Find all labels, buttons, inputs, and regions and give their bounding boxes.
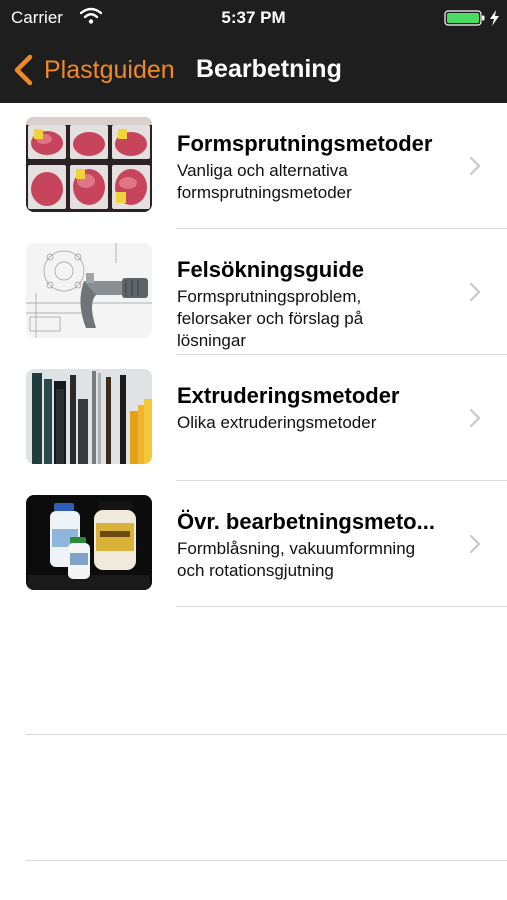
list-item-extruderingsmetoder[interactable]: Extruderingsmetoder Olika extruderingsme… (0, 355, 507, 481)
list-item-subtitle: Vanliga och alternativa formsprutningsme… (177, 160, 457, 204)
navigation-bar: Plastguiden Bearbetning (0, 36, 507, 103)
subtitle-line: och rotationsgjutning (177, 561, 334, 580)
meat-trays-image (26, 117, 152, 212)
subtitle-line: lösningar (177, 331, 246, 350)
micrometer-image (26, 243, 152, 338)
chevron-right-icon (469, 156, 481, 176)
list-item-subtitle: Olika extruderingsmetoder (177, 412, 457, 434)
subtitle-line: felorsaker och förslag på (177, 309, 364, 328)
row-separator (176, 606, 507, 607)
subtitle-line: Olika extruderingsmetoder (177, 413, 377, 432)
subtitle-line: Vanliga och alternativa (177, 161, 348, 180)
top-bar: Carrier 5:37 PM Plastguiden Bearbetning (0, 0, 507, 103)
chevron-left-icon (14, 54, 33, 86)
list-item-felsokningsguide[interactable]: Felsökningsguide Formsprutningsproblem, … (0, 229, 507, 355)
subtitle-line: formsprutningsmetoder (177, 183, 352, 202)
subtitle-line: Formblåsning, vakuumformning (177, 539, 416, 558)
extruded-profiles-image (26, 369, 152, 464)
empty-row-separator (26, 734, 507, 735)
plastic-bottles-image (26, 495, 152, 590)
status-bar: Carrier 5:37 PM (0, 0, 507, 36)
clock-label: 5:37 PM (221, 8, 286, 27)
page-title: Bearbetning (196, 55, 342, 83)
method-list: Formsprutningsmetoder Vanliga och altern… (0, 103, 507, 607)
empty-row-separator (26, 860, 507, 861)
chevron-right-icon (469, 282, 481, 302)
list-item-title: Extruderingsmetoder (177, 383, 400, 408)
back-button[interactable]: Plastguiden (12, 50, 175, 90)
list-item-ovr-bearbetningsmetoder[interactable]: Övr. bearbetningsmeto... Formblåsning, v… (0, 481, 507, 607)
chevron-right-icon (469, 534, 481, 554)
battery-charging-icon (444, 10, 499, 26)
list-item-title: Övr. bearbetningsmeto... (177, 509, 435, 534)
list-item-formsprutningsmetoder[interactable]: Formsprutningsmetoder Vanliga och altern… (0, 103, 507, 229)
list-item-title: Felsökningsguide (177, 257, 365, 282)
chevron-right-icon (469, 408, 481, 428)
list-item-subtitle: Formsprutningsproblem, felorsaker och fö… (177, 286, 457, 352)
list-item-subtitle: Formblåsning, vakuumformning och rotatio… (177, 538, 457, 582)
back-button-label: Plastguiden (44, 55, 175, 84)
subtitle-line: Formsprutningsproblem, (177, 287, 362, 306)
list-item-title: Formsprutningsmetoder (177, 131, 433, 156)
